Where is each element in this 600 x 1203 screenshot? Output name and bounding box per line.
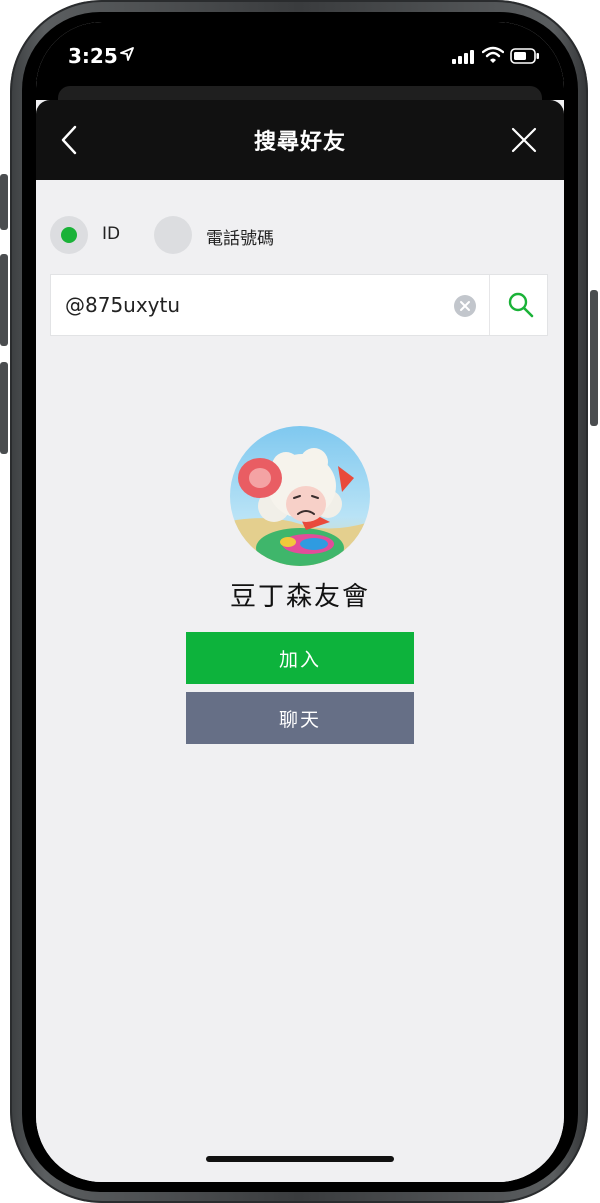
status-time: 3:25 bbox=[68, 44, 118, 68]
radio-selected-dot bbox=[61, 227, 77, 243]
mute-switch bbox=[0, 174, 8, 230]
volume-down-button bbox=[0, 362, 8, 454]
volume-up-button bbox=[0, 254, 8, 346]
search-friend-panel: ID 電話號碼 @875uxytu 豆丁森友會 加入 聊天 bbox=[36, 180, 564, 1182]
wifi-icon bbox=[482, 46, 504, 63]
battery-icon bbox=[510, 48, 539, 64]
phone-screen: 3:25 搜尋好友 ID 電話號碼 @875uxytu 豆丁森友會 加入 聊天 bbox=[36, 22, 564, 1182]
location-arrow-icon bbox=[120, 47, 134, 61]
clear-icon[interactable] bbox=[453, 294, 477, 318]
add-friend-button[interactable]: 加入 bbox=[186, 632, 414, 684]
notch bbox=[154, 22, 446, 60]
home-indicator[interactable] bbox=[206, 1156, 394, 1162]
close-icon[interactable] bbox=[510, 126, 538, 154]
chat-button[interactable]: 聊天 bbox=[186, 692, 414, 744]
search-icon[interactable] bbox=[507, 291, 535, 319]
search-input[interactable] bbox=[65, 287, 445, 323]
nav-bar: 搜尋好友 bbox=[36, 100, 564, 180]
signal-icon bbox=[452, 50, 474, 64]
avatar bbox=[230, 426, 370, 566]
power-button bbox=[590, 290, 598, 426]
search-divider bbox=[489, 275, 490, 335]
profile-name: 豆丁森友會 bbox=[229, 582, 370, 612]
radio-id[interactable] bbox=[50, 216, 88, 254]
page-title: 搜尋好友 bbox=[253, 130, 346, 155]
radio-id-label: ID bbox=[102, 224, 121, 244]
search-box bbox=[50, 274, 548, 336]
radio-phone-number[interactable] bbox=[154, 216, 192, 254]
radio-phone-number-label: 電話號碼 bbox=[206, 229, 274, 249]
